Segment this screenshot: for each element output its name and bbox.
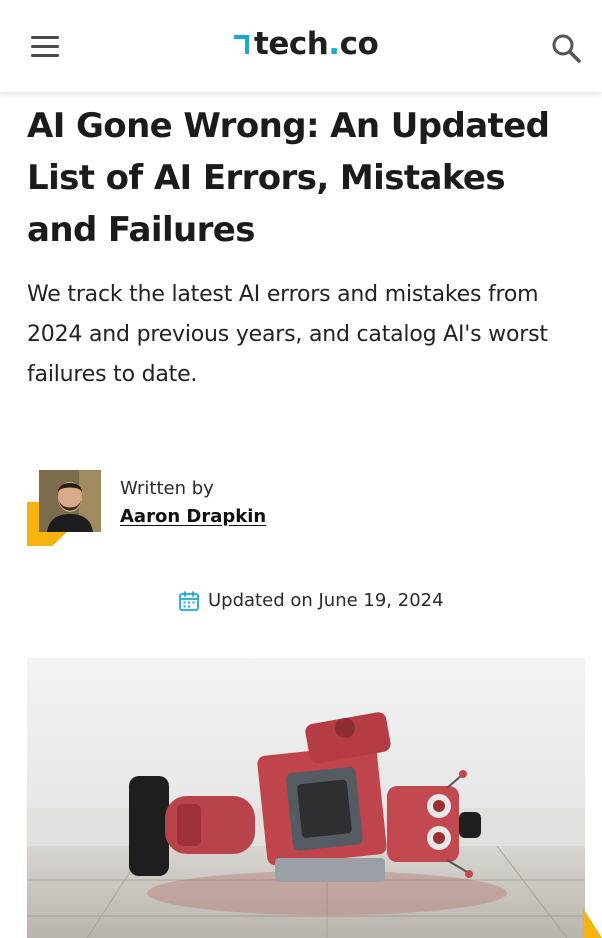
author-link[interactable]: Aaron Drapkin — [120, 506, 266, 527]
calendar-icon — [179, 591, 199, 611]
article-title: AI Gone Wrong: An Updated List of AI Err… — [27, 106, 550, 250]
site-header: tech.co — [0, 0, 602, 92]
site-logo[interactable]: tech.co — [232, 26, 392, 68]
broken-robot-illustration — [27, 658, 585, 938]
avatar[interactable] — [39, 470, 101, 532]
hamburger-menu-icon[interactable] — [26, 28, 66, 64]
logo-mark-icon — [234, 35, 249, 54]
search-icon[interactable] — [548, 30, 584, 66]
corner-accent-shape — [583, 908, 602, 938]
author-block: Written by Aaron Drapkin — [27, 470, 327, 550]
hero-image — [27, 658, 585, 938]
updated-date-text: Updated on June 19, 2024 — [208, 590, 444, 611]
logo-text: tech.co — [254, 26, 379, 62]
article-subtitle: We track the latest AI errors and mistak… — [27, 282, 548, 387]
written-by-label: Written by — [120, 478, 214, 499]
